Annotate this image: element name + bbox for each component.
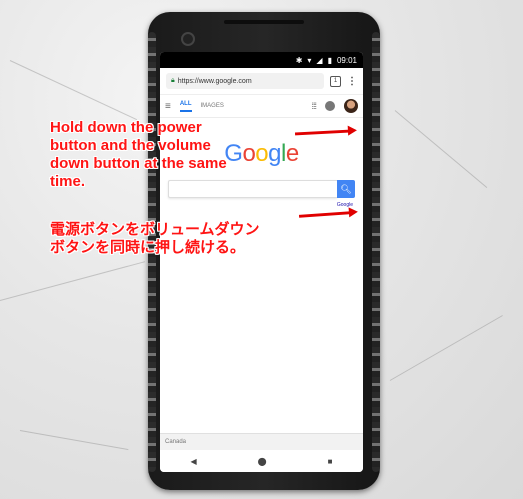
- signal-icon: ◢: [316, 55, 323, 65]
- recents-icon[interactable]: ■: [328, 457, 333, 466]
- speaker-grille: [224, 20, 304, 24]
- avatar[interactable]: [344, 99, 358, 113]
- marble-vein: [19, 430, 129, 451]
- back-icon[interactable]: ◀: [191, 457, 197, 466]
- google-nav-bar: ≡ ALL IMAGES ⁞⁞⁞: [160, 95, 363, 118]
- address-bar[interactable]: 🔒︎ https://www.google.com: [166, 73, 324, 89]
- instruction-english: Hold down the power button and the volum…: [50, 119, 227, 190]
- battery-icon: ▮: [327, 55, 332, 65]
- home-icon[interactable]: ⬤: [258, 457, 267, 466]
- browser-toolbar: 🔒︎ https://www.google.com 1 ⋮: [160, 68, 363, 95]
- search-icon: 🔍︎: [340, 183, 352, 194]
- marble-vein: [389, 315, 503, 381]
- search-button[interactable]: 🔍︎: [337, 180, 355, 198]
- apps-grid-icon[interactable]: ⁞⁞⁞: [311, 101, 316, 111]
- status-time: 09:01: [336, 55, 357, 65]
- footer-location: Canada: [160, 433, 363, 450]
- language-link[interactable]: Google: [160, 202, 353, 208]
- tab-all[interactable]: ALL: [179, 101, 192, 112]
- status-bar: ✱ ▾ ◢ ▮ 09:01: [160, 52, 363, 68]
- front-camera: [181, 32, 195, 46]
- lock-icon: 🔒︎: [171, 77, 175, 84]
- bluetooth-icon: ✱: [295, 55, 303, 65]
- hamburger-menu-icon[interactable]: ≡: [165, 101, 171, 112]
- url-text: https://www.google.com: [177, 77, 252, 85]
- instruction-japanese: 電源ボタンをボリュームダウン ボタンを同時に押し続ける。: [50, 221, 260, 256]
- phone-case-edge: [372, 32, 380, 472]
- marble-vein: [9, 60, 138, 121]
- tab-switcher-button[interactable]: 1: [330, 75, 341, 87]
- marble-vein: [394, 110, 488, 189]
- phone-screen: ✱ ▾ ◢ ▮ 09:01 🔒︎ https://www.google.com …: [160, 52, 363, 472]
- tab-images[interactable]: IMAGES: [201, 103, 224, 109]
- wifi-icon: ▾: [307, 55, 312, 65]
- marble-vein: [0, 261, 146, 301]
- android-navigation-bar: ◀ ⬤ ■: [160, 450, 363, 472]
- settings-gear-icon[interactable]: [325, 101, 335, 111]
- kebab-menu-icon[interactable]: ⋮: [347, 76, 357, 87]
